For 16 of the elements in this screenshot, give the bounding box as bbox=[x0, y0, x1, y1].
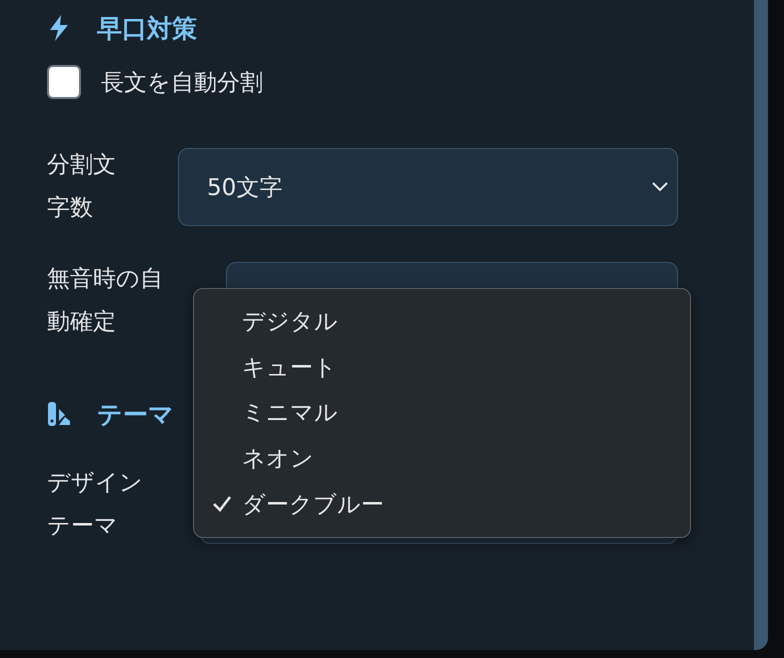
menu-option[interactable]: ミニマル bbox=[194, 390, 690, 436]
menu-option[interactable]: デジタル bbox=[194, 299, 690, 345]
checkbox[interactable] bbox=[47, 65, 81, 99]
section-title: テーマ bbox=[97, 398, 174, 430]
menu-option[interactable]: キュート bbox=[194, 344, 690, 390]
lightning-icon bbox=[47, 14, 71, 42]
field-label: デザインテーマ bbox=[47, 469, 144, 541]
chevron-down-icon bbox=[651, 181, 669, 193]
palette-icon bbox=[47, 401, 71, 427]
field-label: 無音時の自動確定 bbox=[47, 265, 164, 337]
menu-option[interactable]: ネオン bbox=[194, 436, 690, 482]
menu-option[interactable]: ダークブルー bbox=[194, 481, 690, 527]
section-title: 早口対策 bbox=[97, 12, 197, 44]
checkbox-label: 長文を自動分割 bbox=[101, 68, 263, 98]
field-label: 分割文字数 bbox=[47, 151, 117, 223]
select-field[interactable]: 50文字 bbox=[178, 148, 678, 226]
